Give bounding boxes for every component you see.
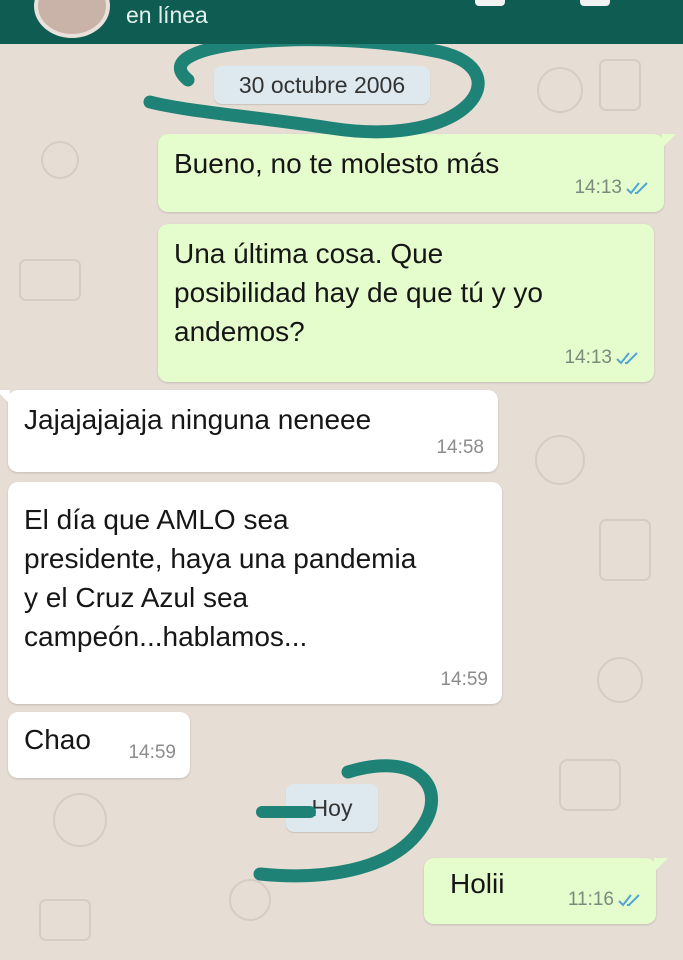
date-label: 30 octubre 2006 [238, 72, 406, 98]
message-meta: 11:16 [568, 880, 642, 919]
double-check-icon [626, 181, 650, 195]
message-text: Bueno, no te molesto más [174, 148, 500, 179]
bubble-tail [654, 858, 668, 872]
double-check-icon [618, 893, 642, 907]
date-separator: 30 octubre 2006 [214, 66, 430, 104]
message-bubble-outgoing[interactable]: Holii 11:16 [424, 858, 668, 924]
message-meta: 14:59 [440, 660, 488, 699]
message-time: 14:13 [564, 347, 612, 368]
message-bubble-outgoing[interactable]: Una última cosa. Que posibilidad hay de … [158, 224, 654, 382]
message-bubble-incoming[interactable]: Jajajajajaja ninguna neneee 14:58 [0, 390, 498, 472]
message-meta: 14:13 [564, 338, 640, 377]
bubble-tail [662, 134, 676, 148]
message-bubble-outgoing[interactable]: Bueno, no te molesto más 14:13 [158, 134, 676, 212]
bubble-tail [0, 390, 10, 404]
message-time: 11:16 [567, 889, 614, 910]
menu-icon[interactable] [475, 0, 505, 6]
message-meta: 14:58 [436, 428, 484, 467]
message-text: Jajajajajaja ninguna neneee [24, 404, 372, 435]
message-time: 14:13 [574, 177, 622, 198]
date-label: Hoy [311, 795, 353, 821]
message-bubble-incoming[interactable]: El día que AMLO sea presidente, haya una… [8, 482, 502, 704]
date-separator: Hoy [286, 784, 378, 832]
message-time: 14:58 [436, 437, 484, 458]
message-text: Chao [24, 724, 91, 755]
message-meta: 14:13 [574, 168, 650, 207]
chat-header: en línea [0, 0, 683, 44]
message-bubble-incoming[interactable]: Chao 14:59 [8, 712, 190, 778]
message-meta: 14:59 [128, 733, 176, 772]
message-text: El día que AMLO sea presidente, haya una… [24, 504, 417, 652]
message-text: Una última cosa. Que posibilidad hay de … [174, 238, 543, 347]
message-text: Holii [450, 868, 505, 899]
contact-status: en línea [126, 2, 208, 28]
double-check-icon [616, 351, 640, 365]
message-time: 14:59 [440, 669, 488, 690]
message-time: 14:59 [128, 742, 176, 763]
menu-icon[interactable] [580, 0, 610, 6]
avatar[interactable] [34, 0, 110, 38]
